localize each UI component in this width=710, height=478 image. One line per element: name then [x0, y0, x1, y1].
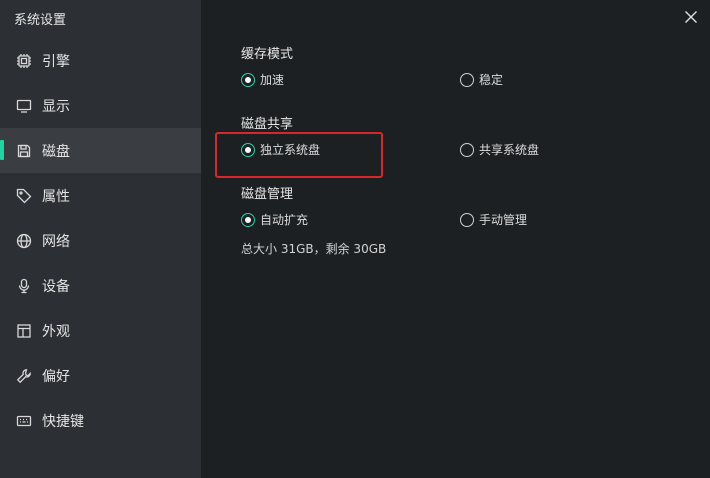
- sidebar: 系统设置 引擎 显示 磁盘 属性 网络 设备 外观 偏好 快捷键: [0, 0, 201, 478]
- sidebar-item-appearance[interactable]: 外观: [0, 308, 201, 353]
- radio-label: 共享系统盘: [479, 143, 540, 157]
- sidebar-item-display[interactable]: 显示: [0, 83, 201, 128]
- sidebar-item-label: 磁盘: [42, 143, 70, 160]
- radio-button-checked[interactable]: [241, 72, 255, 87]
- sidebar-item-label: 网络: [42, 233, 70, 250]
- radio-label: 手动管理: [479, 213, 528, 227]
- microphone-icon: [15, 277, 33, 295]
- radio-label: 自动扩充: [260, 213, 309, 227]
- radio-disk-shared[interactable]: 共享系统盘: [460, 141, 539, 158]
- sidebar-item-engine[interactable]: 引擎: [0, 38, 201, 83]
- sidebar-item-label: 设备: [42, 278, 70, 295]
- radio-auto-expand[interactable]: 自动扩充: [241, 211, 308, 228]
- sidebar-item-preferences[interactable]: 偏好: [0, 353, 201, 398]
- radio-cache-accelerate[interactable]: 加速: [241, 71, 284, 88]
- highlight-annotation-box: [215, 132, 383, 178]
- chip-icon: [15, 52, 33, 70]
- keyboard-icon: [15, 412, 33, 430]
- sidebar-item-label: 引擎: [42, 53, 70, 70]
- disk-share-title: 磁盘共享: [241, 117, 294, 132]
- tag-icon: [15, 187, 33, 205]
- sidebar-item-label: 偏好: [42, 368, 70, 385]
- wrench-icon: [15, 367, 33, 385]
- sidebar-item-network[interactable]: 网络: [0, 218, 201, 263]
- sidebar-item-label: 显示: [42, 98, 70, 115]
- radio-manual-manage[interactable]: 手动管理: [460, 211, 527, 228]
- disk-size-info: 总大小 31GB，剩余 30GB: [241, 242, 387, 256]
- cache-mode-title: 缓存模式: [241, 47, 294, 62]
- sidebar-item-disk[interactable]: 磁盘: [0, 128, 201, 173]
- sidebar-item-label: 外观: [42, 323, 70, 340]
- monitor-icon: [15, 97, 33, 115]
- sidebar-item-shortcuts[interactable]: 快捷键: [0, 398, 201, 443]
- sidebar-nav: 引擎 显示 磁盘 属性 网络 设备 外观 偏好 快捷键: [0, 38, 201, 443]
- radio-button-checked[interactable]: [241, 212, 255, 227]
- window-icon: [15, 322, 33, 340]
- sidebar-item-label: 属性: [42, 188, 70, 205]
- disk-settings-panel: 缓存模式 加速 稳定 磁盘共享 独立系统盘 共享系统盘 磁盘管理 自动扩充 手动…: [241, 0, 710, 478]
- globe-icon: [15, 232, 33, 250]
- radio-label: 加速: [260, 73, 285, 87]
- radio-button[interactable]: [460, 212, 474, 227]
- sidebar-item-label: 快捷键: [42, 413, 84, 430]
- disk-icon: [15, 142, 33, 160]
- sidebar-item-properties[interactable]: 属性: [0, 173, 201, 218]
- radio-button[interactable]: [460, 142, 474, 157]
- sidebar-item-devices[interactable]: 设备: [0, 263, 201, 308]
- radio-label: 稳定: [479, 73, 504, 87]
- radio-cache-stable[interactable]: 稳定: [460, 71, 503, 88]
- settings-window: 系统设置 引擎 显示 磁盘 属性 网络 设备 外观 偏好 快捷键 缓存模式 加速…: [0, 0, 710, 478]
- radio-button[interactable]: [460, 72, 474, 87]
- window-title: 系统设置: [14, 13, 67, 28]
- disk-management-title: 磁盘管理: [241, 187, 294, 202]
